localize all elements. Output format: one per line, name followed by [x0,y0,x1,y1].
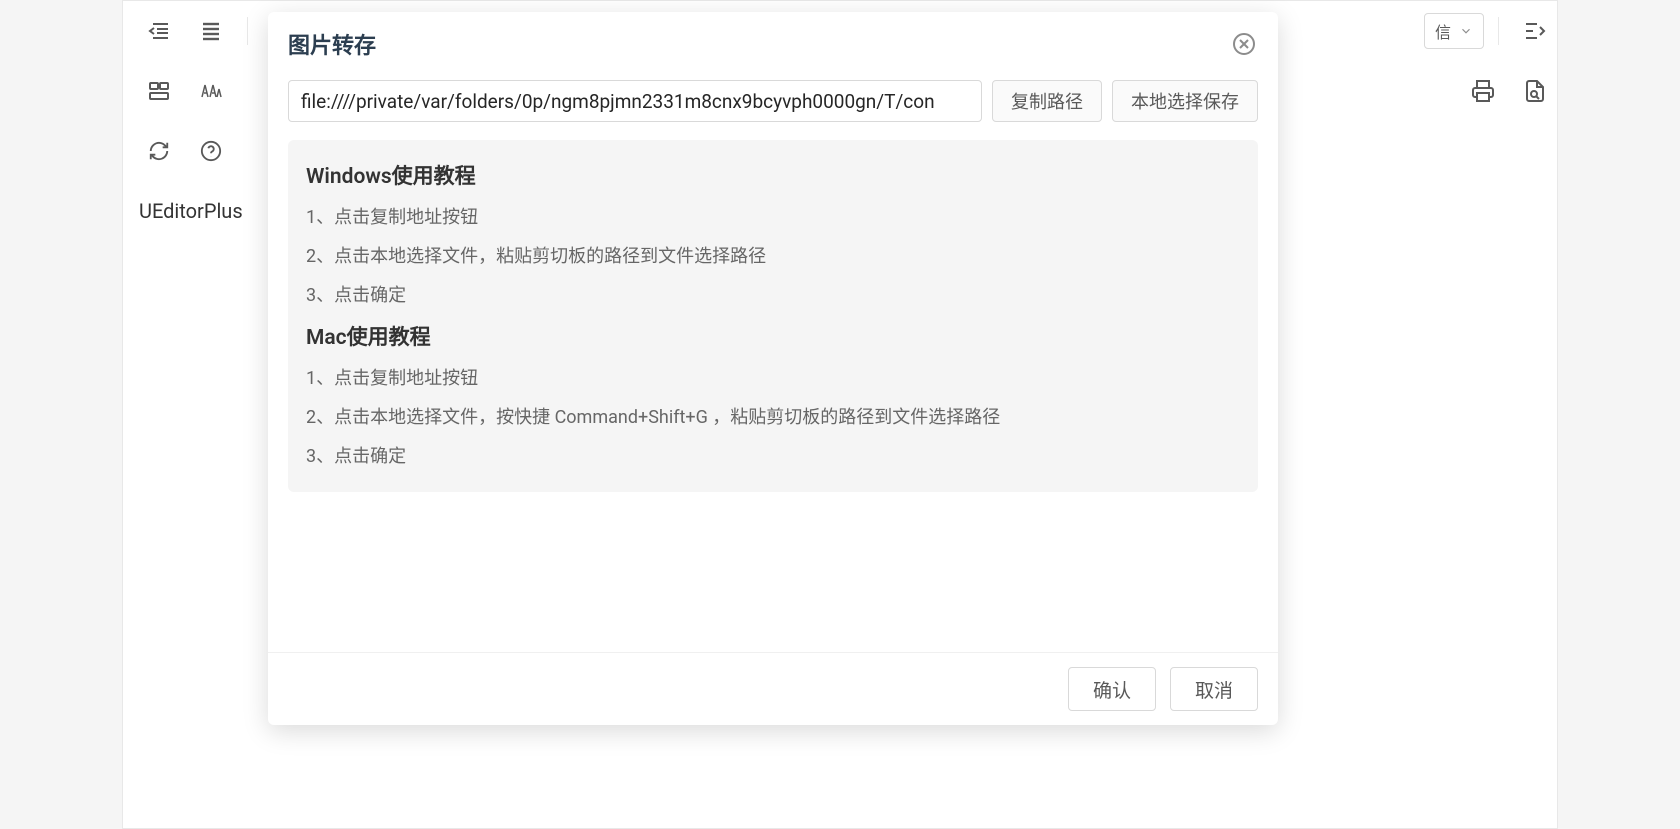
modal-body: 复制路径 本地选择保存 Windows使用教程 1、点击复制地址按钮 2、点击本… [268,74,1278,512]
cancel-button[interactable]: 取消 [1170,667,1258,711]
windows-step: 1、点击复制地址按钮 [306,204,1240,231]
modal-header: 图片转存 [268,12,1278,74]
local-save-label: 本地选择保存 [1131,88,1239,114]
confirm-button[interactable]: 确认 [1068,667,1156,711]
mac-heading: Mac使用教程 [306,321,1240,351]
copy-path-label: 复制路径 [1011,88,1083,114]
cancel-label: 取消 [1195,681,1233,702]
image-save-modal: 图片转存 复制路径 本地选择保存 Windows使用教程 1、点击复制地址按钮 … [268,12,1278,725]
modal-spacer [268,512,1278,652]
local-save-button[interactable]: 本地选择保存 [1112,80,1258,122]
confirm-label: 确认 [1093,681,1131,702]
modal-footer: 确认 取消 [268,652,1278,725]
instructions-panel: Windows使用教程 1、点击复制地址按钮 2、点击本地选择文件，粘贴剪切板的… [288,140,1258,492]
windows-heading: Windows使用教程 [306,160,1240,190]
file-path-input[interactable] [288,80,982,122]
mac-step: 2、点击本地选择文件，按快捷 Command+Shift+G ，粘贴剪切板的路径… [306,404,1240,431]
modal-backdrop: 图片转存 复制路径 本地选择保存 Windows使用教程 1、点击复制地址按钮 … [0,0,1680,829]
modal-close-button[interactable] [1230,30,1258,58]
close-icon [1232,32,1256,56]
mac-step: 3、点击确定 [306,443,1240,470]
windows-step: 2、点击本地选择文件，粘贴剪切板的路径到文件选择路径 [306,243,1240,270]
modal-title: 图片转存 [288,28,376,60]
path-row: 复制路径 本地选择保存 [288,80,1258,122]
windows-step: 3、点击确定 [306,282,1240,309]
copy-path-button[interactable]: 复制路径 [992,80,1102,122]
mac-step: 1、点击复制地址按钮 [306,365,1240,392]
